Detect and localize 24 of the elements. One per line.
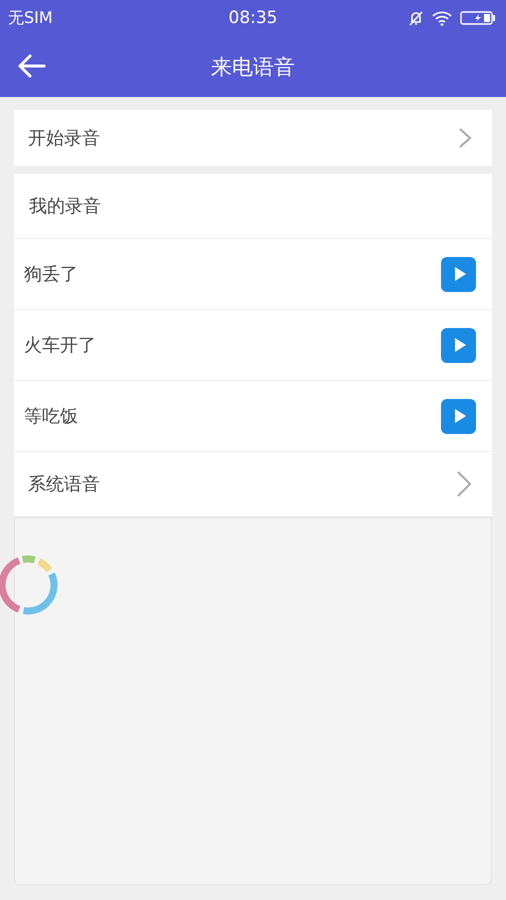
muted-bell-icon bbox=[408, 10, 424, 26]
recording-name: 等吃饭 bbox=[24, 405, 78, 428]
chevron-icon bbox=[458, 127, 472, 149]
back-arrow-icon[interactable] bbox=[17, 53, 47, 79]
recording-name: 狗丢了 bbox=[24, 263, 78, 286]
system-voice-item[interactable]: 系统语音 bbox=[14, 452, 492, 516]
wifi-icon bbox=[432, 10, 452, 26]
loading-ring-icon bbox=[0, 553, 60, 617]
play-icon bbox=[453, 266, 467, 282]
section-title: 我的录音 bbox=[29, 195, 101, 218]
clock-time: 08:35 bbox=[228, 8, 278, 28]
battery-icon bbox=[460, 11, 496, 25]
play-button[interactable] bbox=[441, 256, 476, 292]
carrier-label: 无SIM bbox=[8, 8, 53, 28]
play-icon bbox=[453, 337, 467, 353]
system-voice-label: 系统语音 bbox=[28, 473, 100, 496]
page-title: 来电语音 bbox=[211, 54, 295, 80]
chevron-icon bbox=[456, 470, 472, 498]
recording-name: 火车开了 bbox=[24, 334, 96, 357]
play-button[interactable] bbox=[441, 398, 476, 434]
play-icon bbox=[453, 408, 467, 424]
play-button[interactable] bbox=[441, 328, 476, 362]
start-recording-label: 开始录音 bbox=[28, 127, 100, 150]
start-recording-item[interactable]: 开始录音 bbox=[14, 110, 492, 166]
